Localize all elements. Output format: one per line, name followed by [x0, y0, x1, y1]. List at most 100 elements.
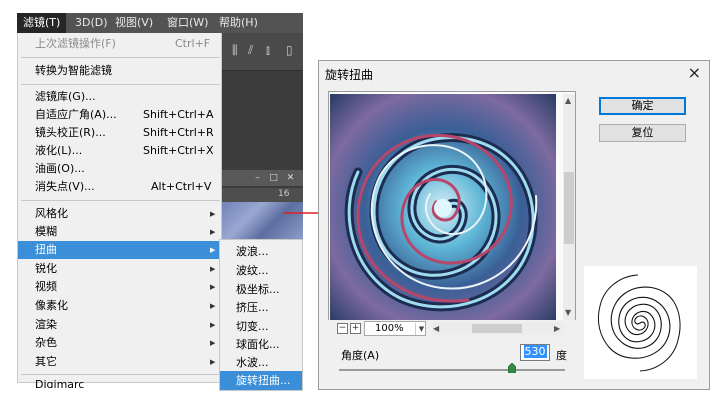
twirl-preview-image[interactable] — [330, 94, 556, 322]
spiral-icon — [584, 266, 697, 379]
menu-item-label: 模糊 — [35, 225, 57, 238]
close-icon[interactable]: × — [688, 63, 701, 82]
menu-item-label: 锐化 — [35, 262, 57, 275]
menu-separator — [21, 84, 220, 85]
angle-slider-thumb[interactable] — [507, 363, 516, 373]
menu-separator — [21, 200, 220, 201]
menu-item-pixelate[interactable]: 像素化 ▶ — [18, 297, 221, 315]
menu-item-lens-correction[interactable]: 镜头校正(R)... Shift+Ctrl+R — [18, 124, 221, 142]
angle-value: 530 — [523, 345, 547, 358]
menu-item-noise[interactable]: 杂色 ▶ — [18, 334, 221, 352]
scroll-thumb[interactable] — [472, 324, 522, 333]
menu-item-video[interactable]: 视频 ▶ — [18, 278, 221, 296]
menu-item-vanishing-point[interactable]: 消失点(V)... Alt+Ctrl+V — [18, 178, 221, 196]
ok-button[interactable]: 确定 — [599, 97, 686, 115]
submenu-item-polar-coordinates[interactable]: 极坐标... — [220, 280, 302, 299]
align-right-icon[interactable]: ▯ — [286, 43, 293, 57]
menu-item-liquify[interactable]: 液化(L)... Shift+Ctrl+X — [18, 142, 221, 160]
menu-item-label: 风格化 — [35, 207, 68, 220]
scroll-down-icon[interactable]: ▼ — [565, 308, 571, 317]
horizontal-scrollbar[interactable]: ◀ ▶ — [432, 322, 564, 335]
ruler: 16 — [222, 188, 303, 202]
submenu-arrow-icon: ▶ — [210, 283, 216, 291]
twirl-dialog: 旋转扭曲 × ▲ ▼ − + 100% ▼ ◀ ▶ 确定 复位 角度(A) 53… — [318, 60, 710, 390]
close-doc-icon[interactable]: ✕ — [285, 173, 296, 183]
angle-label: 角度(A) — [341, 349, 380, 362]
menu-item-label: 上次滤镜操作(F) — [35, 37, 116, 50]
scroll-up-icon[interactable]: ▲ — [565, 96, 571, 105]
minimize-icon[interactable]: – — [252, 173, 263, 183]
menu-3d[interactable]: 3D(D) — [69, 13, 114, 33]
submenu-item-pinch[interactable]: 挤压... — [220, 298, 302, 317]
vertical-scrollbar[interactable]: ▲ ▼ — [563, 94, 575, 334]
menu-item-label: Digimarc — [35, 378, 85, 388]
submenu-item-ripple[interactable]: 波纹... — [220, 261, 302, 280]
submenu-arrow-icon: ▶ — [210, 302, 216, 310]
menu-filter[interactable]: 滤镜(T) — [17, 13, 67, 33]
align-center-icon[interactable]: ⫾ — [266, 43, 270, 58]
submenu-item-twirl[interactable]: 旋转扭曲... — [220, 371, 302, 390]
angle-field[interactable]: 530 — [520, 344, 550, 361]
zoom-value: 100% — [375, 323, 404, 334]
filter-menu: 上次滤镜操作(F) Ctrl+F 转换为智能滤镜 滤镜库(G)... 自适应广角… — [17, 33, 222, 388]
menu-item-label: 杂色 — [35, 336, 57, 349]
angle-slider-track[interactable] — [339, 369, 565, 371]
menu-item-oil-paint[interactable]: 油画(O)... — [18, 160, 221, 178]
menu-separator — [21, 57, 220, 58]
menu-item-label: 视频 — [35, 280, 57, 293]
distribute-icon[interactable]: ⫼ — [232, 43, 238, 58]
menu-view[interactable]: 视图(V) — [109, 13, 159, 33]
menu-item-label: 像素化 — [35, 299, 68, 312]
document-window-controls: – □ ✕ — [222, 170, 303, 186]
menu-separator — [21, 374, 220, 375]
preview-pane[interactable]: ▲ ▼ — [328, 91, 576, 335]
chevron-down-icon[interactable]: ▼ — [415, 323, 427, 335]
submenu-item-zigzag[interactable]: 水波... — [220, 353, 302, 372]
ruler-tick-label: 16 — [278, 189, 290, 199]
scroll-thumb[interactable] — [564, 172, 574, 244]
zoom-select[interactable]: 100% ▼ — [364, 321, 426, 336]
menu-item-digimarc[interactable]: Digimarc — [18, 378, 221, 388]
menu-window[interactable]: 窗口(W) — [161, 13, 214, 33]
menu-item-distort[interactable]: 扭曲 ▶ — [18, 241, 221, 259]
scroll-left-icon[interactable]: ◀ — [433, 324, 439, 333]
menu-item-label: 渲染 — [35, 318, 57, 331]
submenu-item-wave[interactable]: 波浪... — [220, 242, 302, 261]
menu-help[interactable]: 帮助(H) — [213, 13, 264, 33]
menu-item-filter-gallery[interactable]: 滤镜库(G)... — [18, 88, 221, 106]
angle-unit: 度 — [556, 349, 567, 362]
submenu-item-shear[interactable]: 切变... — [220, 317, 302, 336]
menu-item-adaptive-wide-angle[interactable]: 自适应广角(A)... Shift+Ctrl+A — [18, 106, 221, 124]
submenu-item-spherize[interactable]: 球面化... — [220, 335, 302, 354]
menu-item-other[interactable]: 其它 ▶ — [18, 353, 221, 371]
menu-item-label: 扭曲 — [35, 243, 57, 256]
submenu-arrow-icon: ▶ — [210, 228, 216, 236]
menu-bar: 滤镜(T) 3D(D) 视图(V) 窗口(W) 帮助(H) — [17, 13, 303, 33]
menu-item-label: 其它 — [35, 355, 57, 368]
menu-item-label: 转换为智能滤镜 — [35, 64, 112, 77]
zoom-out-button[interactable]: − — [337, 323, 348, 334]
restore-icon[interactable]: □ — [268, 173, 279, 183]
zoom-in-button[interactable]: + — [350, 323, 361, 334]
shortcut-label: Shift+Ctrl+X — [143, 144, 214, 157]
submenu-arrow-icon: ▶ — [210, 246, 216, 254]
reset-button[interactable]: 复位 — [599, 124, 686, 142]
menu-item-last-filter[interactable]: 上次滤镜操作(F) Ctrl+F — [18, 35, 221, 53]
submenu-arrow-icon: ▶ — [210, 265, 216, 273]
menu-item-sharpen[interactable]: 锐化 ▶ — [18, 260, 221, 278]
menu-item-label: 镜头校正(R)... — [35, 126, 106, 139]
menu-item-render[interactable]: 渲染 ▶ — [18, 316, 221, 334]
menu-item-label: 消失点(V)... — [35, 180, 95, 193]
menu-item-convert-smart-filter[interactable]: 转换为智能滤镜 — [18, 62, 221, 80]
shortcut-label: Alt+Ctrl+V — [151, 180, 212, 193]
menu-item-blur[interactable]: 模糊 ▶ — [18, 223, 221, 241]
submenu-arrow-icon: ▶ — [210, 210, 216, 218]
preview-toolbar: − + 100% ▼ ◀ ▶ — [328, 320, 576, 336]
scroll-right-icon[interactable]: ▶ — [554, 324, 560, 333]
submenu-arrow-icon: ▶ — [210, 339, 216, 347]
menu-item-label: 油画(O)... — [35, 162, 85, 175]
align-icon[interactable]: ⫽ — [248, 43, 253, 58]
menu-item-label: 滤镜库(G)... — [35, 90, 96, 103]
menu-item-stylize[interactable]: 风格化 ▶ — [18, 205, 221, 223]
submenu-arrow-icon: ▶ — [210, 358, 216, 366]
